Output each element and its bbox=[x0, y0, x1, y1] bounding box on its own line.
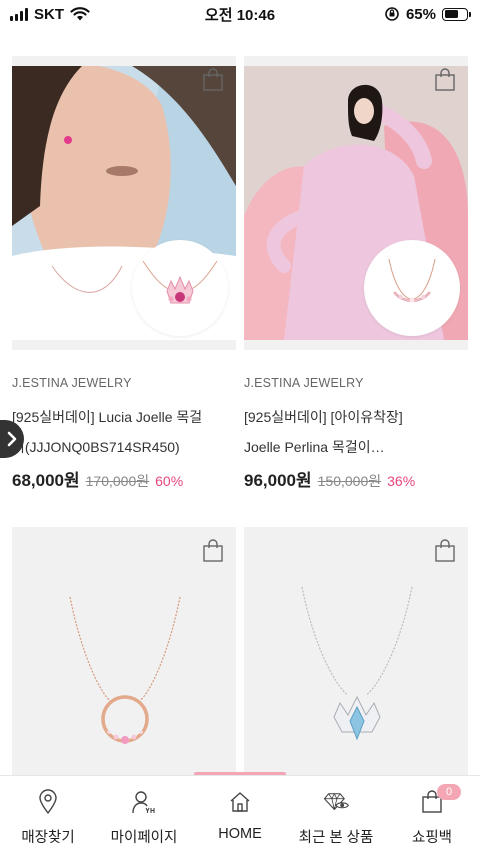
battery-icon bbox=[442, 7, 471, 21]
product-card[interactable]: J.ESTINA JEWELRY [925실버데이] [아이유착장] Joell… bbox=[244, 56, 468, 491]
product-grid: J.ESTINA JEWELRY [925실버데이] Lucia Joelle … bbox=[12, 56, 468, 827]
price-row: 68,000원 170,000원 60% bbox=[12, 466, 236, 491]
product-brand: J.ESTINA JEWELRY bbox=[244, 376, 364, 390]
product-name[interactable]: [925실버데이] [아이유착장] Joelle Perlina 목걸이… bbox=[244, 402, 468, 462]
home-icon bbox=[226, 788, 254, 816]
status-left: SKT bbox=[10, 6, 90, 23]
wifi-icon bbox=[70, 7, 90, 21]
bottom-nav: 매장찾기 마이페이지 HOME 최근 본 상품 0 쇼핑백 bbox=[0, 775, 480, 854]
product-name-line: [925실버데이] [아이유착장] bbox=[244, 409, 403, 425]
add-to-bag-button[interactable] bbox=[434, 539, 456, 563]
person-my-icon bbox=[130, 788, 158, 816]
nav-label: 최근 본 상품 bbox=[298, 830, 374, 846]
necklace-detail-inset bbox=[132, 240, 228, 336]
product-name-line: 이(JJJONQ0BS714SR450) bbox=[12, 439, 180, 455]
sale-price: 68,000원 bbox=[12, 471, 80, 490]
status-bar: SKT 오전 10:46 65% bbox=[0, 0, 480, 28]
product-card[interactable]: J.ESTINA JEWELRY [925실버데이] Lucia Joelle … bbox=[12, 56, 236, 491]
battery-percent: 65% bbox=[405, 5, 436, 23]
nav-my-page[interactable]: 마이페이지 bbox=[96, 776, 192, 854]
nav-label: 쇼핑백 bbox=[411, 830, 453, 846]
add-to-bag-button[interactable] bbox=[202, 68, 224, 92]
nav-label: 매장찾기 bbox=[21, 830, 75, 846]
shopping-bag-icon bbox=[203, 68, 223, 91]
product-name[interactable]: [925실버데이] Lucia Joelle 목걸 이(JJJONQ0BS714… bbox=[12, 402, 236, 462]
battery-fill bbox=[444, 10, 459, 18]
orientation-lock-icon bbox=[385, 7, 399, 21]
shopping-bag-icon bbox=[435, 539, 455, 562]
add-to-bag-button[interactable] bbox=[202, 539, 224, 563]
add-to-bag-button[interactable] bbox=[434, 68, 456, 92]
sale-price: 96,000원 bbox=[244, 471, 312, 490]
discount-rate: 36% bbox=[387, 473, 416, 489]
carrier-name: SKT bbox=[34, 5, 64, 23]
nav-recently-viewed[interactable]: 최근 본 상품 bbox=[288, 776, 384, 854]
product-name-line: Joelle Perlina 목걸이… bbox=[244, 439, 385, 455]
necklace-detail-inset bbox=[364, 240, 460, 336]
nav-store-locator[interactable]: 매장찾기 bbox=[0, 776, 96, 854]
status-right: 65% bbox=[384, 5, 471, 23]
location-pin-icon bbox=[34, 788, 62, 816]
original-price: 170,000원 bbox=[85, 473, 150, 489]
recent-view-eye-icon bbox=[322, 788, 350, 816]
product-brand: J.ESTINA JEWELRY bbox=[12, 376, 132, 390]
cart-count-badge: 0 bbox=[437, 784, 461, 800]
product-image[interactable] bbox=[12, 56, 236, 350]
product-image[interactable] bbox=[244, 56, 468, 350]
price-row: 96,000원 150,000원 36% bbox=[244, 466, 468, 491]
shopping-bag-icon bbox=[203, 539, 223, 562]
nav-shopping-bag[interactable]: 0 쇼핑백 bbox=[384, 776, 480, 854]
nav-home[interactable]: HOME bbox=[192, 776, 288, 854]
pearl-necklace-image bbox=[388, 258, 436, 303]
discount-rate: 60% bbox=[155, 473, 184, 489]
product-name-line: [925실버데이] Lucia Joelle 목걸 bbox=[12, 409, 203, 425]
nav-label: 마이페이지 bbox=[110, 830, 178, 846]
original-price: 150,000원 bbox=[317, 473, 382, 489]
shopping-bag-icon bbox=[435, 68, 455, 91]
cell-signal-icon bbox=[10, 7, 28, 21]
nav-label: HOME bbox=[218, 826, 262, 842]
chevron-right-icon bbox=[7, 431, 17, 447]
crown-necklace-image bbox=[142, 260, 218, 304]
